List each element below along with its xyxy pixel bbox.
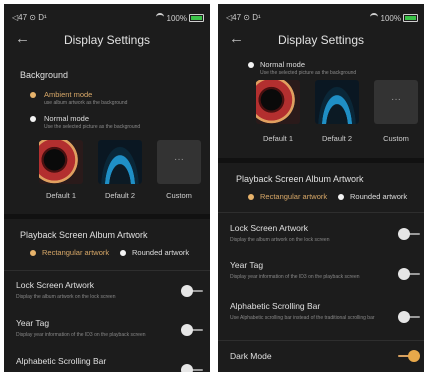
ambient-mode-radio[interactable] bbox=[30, 92, 36, 98]
normal-mode-label[interactable]: Normal mode bbox=[260, 60, 305, 69]
screen-left: ◁47 ⊙ D¹ 100% ← Display Settings Backgro… bbox=[4, 4, 210, 372]
more-icon: ··· bbox=[174, 154, 184, 165]
album-artwork-title: Playback Screen Album Artwork bbox=[236, 174, 364, 184]
header: ← Display Settings bbox=[4, 30, 210, 50]
lock-screen-artwork-title: Lock Screen Artwork bbox=[230, 223, 308, 233]
lock-screen-artwork-title: Lock Screen Artwork bbox=[16, 280, 94, 290]
dark-mode-toggle[interactable] bbox=[398, 350, 420, 362]
album-artwork-title: Playback Screen Album Artwork bbox=[20, 230, 148, 240]
year-tag-toggle[interactable] bbox=[398, 268, 420, 280]
ambient-mode-label[interactable]: Ambient mode bbox=[44, 90, 92, 99]
default-1-thumbnail[interactable] bbox=[39, 140, 83, 184]
battery-icon bbox=[189, 14, 204, 22]
status-left: ◁47 ⊙ D¹ bbox=[226, 13, 261, 22]
ambient-mode-sub: use album artwork as the background bbox=[44, 100, 128, 106]
battery-icon bbox=[403, 14, 418, 22]
year-tag-sub: Display year information of the ID3 on t… bbox=[16, 332, 146, 338]
status-bar: ◁47 ⊙ D¹ 100% bbox=[12, 13, 204, 25]
row-separator bbox=[218, 212, 424, 213]
background-section-title: Background bbox=[20, 70, 69, 80]
battery-percent: 100% bbox=[380, 14, 401, 23]
status-bar: ◁47 ⊙ D¹ 100% bbox=[226, 13, 418, 25]
screen-right: ◁47 ⊙ D¹ 100% ← Display Settings Normal … bbox=[218, 4, 424, 372]
alphabetic-scrolling-bar-toggle[interactable] bbox=[398, 311, 420, 323]
default-2-thumbnail[interactable] bbox=[315, 80, 359, 124]
normal-mode-radio[interactable] bbox=[248, 62, 254, 68]
section-divider bbox=[218, 158, 424, 163]
wifi-icon bbox=[155, 13, 164, 21]
section-divider bbox=[4, 214, 210, 219]
year-tag-toggle[interactable] bbox=[181, 324, 203, 336]
year-tag-sub: Display year information of the ID3 on t… bbox=[230, 274, 360, 280]
custom-caption: Custom bbox=[166, 191, 192, 200]
rectangular-artwork-label[interactable]: Rectangular artwork bbox=[42, 248, 109, 257]
normal-mode-sub: Use the selected picture as the backgrou… bbox=[44, 124, 141, 130]
custom-caption: Custom bbox=[383, 134, 409, 143]
battery-percent: 100% bbox=[166, 14, 187, 23]
default-2-caption: Default 2 bbox=[104, 191, 136, 200]
status-right: 100% bbox=[155, 13, 204, 23]
lock-screen-artwork-sub: Display the album artwork on the lock sc… bbox=[16, 294, 116, 300]
status-left: ◁47 ⊙ D¹ bbox=[12, 13, 47, 22]
status-right: 100% bbox=[369, 13, 418, 23]
normal-mode-radio[interactable] bbox=[30, 116, 36, 122]
lock-screen-artwork-toggle[interactable] bbox=[398, 228, 420, 240]
year-tag-title: Year Tag bbox=[16, 318, 50, 328]
default-1-caption: Default 1 bbox=[262, 134, 294, 143]
header: ← Display Settings bbox=[218, 30, 424, 50]
dark-mode-title: Dark Mode bbox=[230, 351, 272, 361]
year-tag-title: Year Tag bbox=[230, 260, 264, 270]
normal-mode-sub: Use the selected picture as the backgrou… bbox=[260, 70, 357, 76]
default-1-caption: Default 1 bbox=[45, 191, 77, 200]
rounded-artwork-radio[interactable] bbox=[338, 194, 344, 200]
page-title: Display Settings bbox=[63, 33, 151, 47]
lock-screen-artwork-toggle[interactable] bbox=[181, 285, 203, 297]
more-icon: ··· bbox=[391, 94, 401, 105]
lock-screen-artwork-sub: Display the album artwork on the lock sc… bbox=[230, 237, 330, 243]
alphabetic-scrolling-bar-title: Alphabetic Scrolling Bar bbox=[16, 356, 107, 366]
default-2-caption: Default 2 bbox=[321, 134, 353, 143]
rounded-artwork-label[interactable]: Rounded artwork bbox=[350, 192, 407, 201]
rectangular-artwork-radio[interactable] bbox=[30, 250, 36, 256]
rounded-artwork-label[interactable]: Rounded artwork bbox=[132, 248, 189, 257]
row-separator bbox=[4, 270, 210, 271]
page-title: Display Settings bbox=[277, 33, 365, 47]
custom-thumbnail[interactable]: ··· bbox=[374, 80, 418, 124]
rounded-artwork-radio[interactable] bbox=[120, 250, 126, 256]
default-2-thumbnail[interactable] bbox=[98, 140, 142, 184]
alphabetic-scrolling-bar-sub: Use Alphabetic scrolling bar instead of … bbox=[230, 315, 375, 321]
alphabetic-scrolling-bar-toggle[interactable] bbox=[181, 364, 203, 372]
alphabetic-scrolling-bar-title: Alphabetic Scrolling Bar bbox=[230, 301, 321, 311]
rectangular-artwork-radio[interactable] bbox=[248, 194, 254, 200]
normal-mode-label[interactable]: Normal mode bbox=[44, 114, 89, 123]
custom-thumbnail[interactable]: ··· bbox=[157, 140, 201, 184]
rectangular-artwork-label[interactable]: Rectangular artwork bbox=[260, 192, 327, 201]
wifi-icon bbox=[369, 13, 378, 21]
default-1-thumbnail[interactable] bbox=[256, 80, 300, 124]
row-separator bbox=[218, 340, 424, 341]
